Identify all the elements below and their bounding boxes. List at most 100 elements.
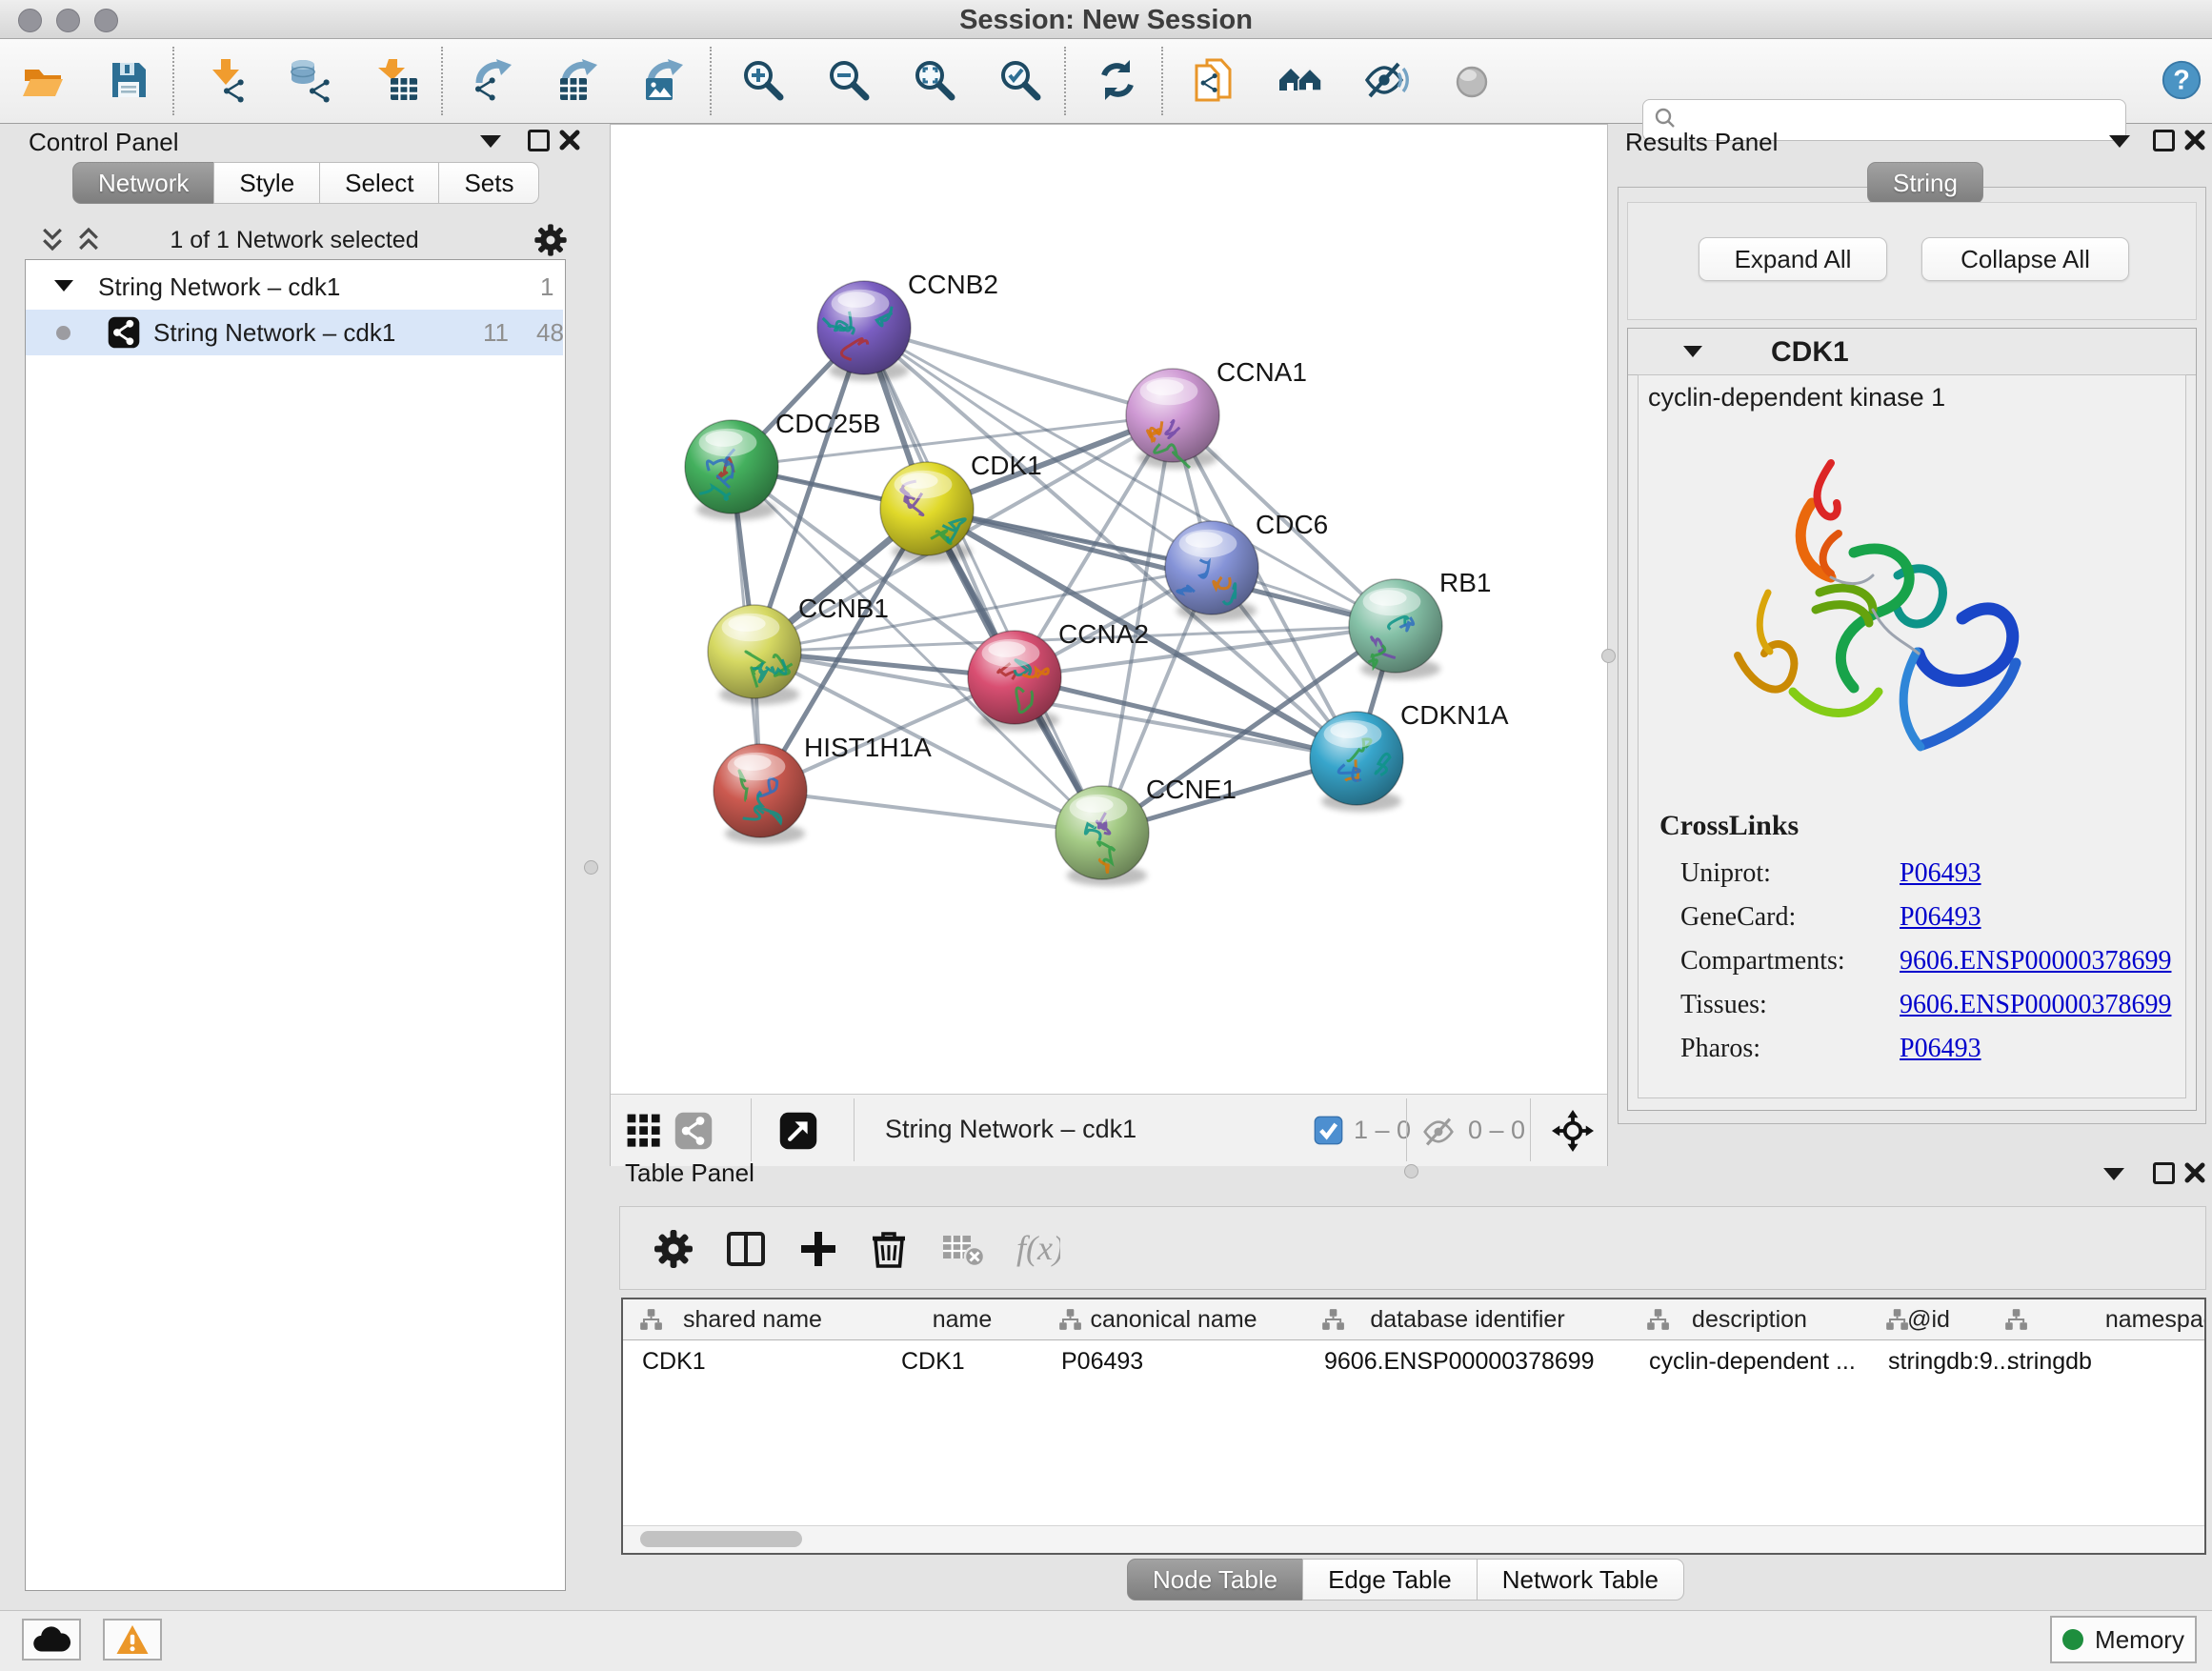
collection-expander-icon[interactable] (54, 280, 73, 292)
tab-network-table[interactable]: Network Table (1477, 1559, 1684, 1601)
float-panel-icon[interactable] (2153, 1162, 2175, 1184)
window-title: Session: New Session (0, 5, 2212, 36)
crosslink-value-link[interactable]: P06493 (1900, 902, 1981, 933)
export-image-button[interactable] (639, 53, 693, 107)
crosslink-label: Uniprot: (1680, 858, 1900, 889)
selected-checkbox-icon[interactable] (1314, 1116, 1343, 1150)
tab-style[interactable]: Style (213, 162, 320, 204)
close-panel-icon[interactable] (558, 129, 581, 151)
cloud-services-button[interactable] (22, 1619, 81, 1661)
column-header-name[interactable]: name (882, 1299, 1043, 1340)
close-panel-icon[interactable] (2183, 1161, 2206, 1184)
open-session-button[interactable] (16, 53, 70, 107)
tab-sets[interactable]: Sets (438, 162, 539, 204)
protein-section: CDK1 cyclin-dependent kinase 1 (1627, 328, 2197, 1111)
results-tabs: String (1867, 162, 1983, 204)
scrollbar-thumb[interactable] (640, 1531, 802, 1547)
bottom-splitter-handle[interactable] (1404, 1164, 1418, 1178)
tab-edge-table[interactable]: Edge Table (1302, 1559, 1478, 1601)
crosslink-value-link[interactable]: 9606.ENSP00000378699 (1900, 990, 2171, 1020)
refresh-network-button[interactable] (1091, 53, 1144, 107)
open-in-browser-icon[interactable] (778, 1111, 818, 1156)
tab-string[interactable]: String (1867, 162, 1983, 204)
current-network-dot-icon (56, 326, 70, 340)
tab-select[interactable]: Select (319, 162, 439, 204)
zoom-selected-button[interactable] (994, 53, 1047, 107)
string-network-badge-icon[interactable] (674, 1111, 714, 1156)
collection-count: 1 (540, 272, 553, 302)
warning-icon (115, 1623, 150, 1656)
fit-content-crosshair-icon[interactable] (1552, 1110, 1594, 1157)
save-session-button[interactable] (102, 53, 155, 107)
table-cell[interactable]: 9606.ENSP00000378699 (1305, 1339, 1630, 1381)
float-panel-icon[interactable] (528, 130, 550, 151)
network-options-gear-icon[interactable] (532, 221, 570, 264)
crosslink-value-link[interactable]: P06493 (1900, 1034, 1981, 1064)
delete-row-button[interactable] (862, 1224, 915, 1274)
export-table-button[interactable] (553, 53, 607, 107)
network-selection-status: 1 of 1 Network selected (17, 227, 572, 254)
right-splitter-handle[interactable] (1601, 649, 1616, 663)
close-panel-icon[interactable] (2183, 129, 2206, 151)
expand-all-button[interactable]: Expand All (1699, 237, 1887, 281)
help-icon: ? (2160, 58, 2203, 102)
collapse-all-button[interactable]: Collapse All (1921, 237, 2129, 281)
table-cell[interactable]: P06493 (1042, 1339, 1305, 1381)
show-graphics-details-icon (1449, 57, 1495, 103)
left-splitter-handle[interactable] (584, 860, 598, 875)
hide-graphics-button[interactable] (1359, 53, 1413, 107)
import-database-button[interactable] (285, 53, 338, 107)
panel-menu-icon[interactable] (2109, 135, 2130, 148)
tab-node-table[interactable]: Node Table (1127, 1559, 1303, 1601)
memory-button[interactable]: Memory (2050, 1616, 2197, 1663)
node-label-CDC25B: CDC25B (775, 409, 880, 438)
network-canvas[interactable]: CCNB2CCNA1CDC25BCDK1CDC6RB1CCNB1CCNA2CDK… (611, 125, 1607, 1093)
import-table-button[interactable] (371, 53, 424, 107)
network-row-selected[interactable]: String Network – cdk1 11 48 (26, 310, 563, 355)
warnings-button[interactable] (103, 1619, 162, 1661)
help-button[interactable]: ? (2155, 53, 2208, 107)
toolbar-separator (172, 47, 174, 115)
table-cell[interactable]: stringdb (1988, 1339, 2206, 1381)
export-network-button[interactable] (468, 53, 521, 107)
crosslink-value-link[interactable]: P06493 (1900, 858, 1981, 889)
columns-button[interactable] (719, 1224, 773, 1274)
string-home-button[interactable] (1274, 53, 1327, 107)
panel-menu-icon[interactable] (2103, 1168, 2124, 1180)
zoom-out-button[interactable] (822, 53, 875, 107)
column-header-description[interactable]: description (1630, 1299, 1870, 1340)
zoom-selected-icon (997, 57, 1043, 103)
show-graphics-details-button[interactable] (1445, 53, 1498, 107)
zoom-fit-button[interactable] (908, 53, 961, 107)
section-expander-icon[interactable] (1683, 346, 1702, 357)
gear-button[interactable] (647, 1224, 700, 1274)
tab-network[interactable]: Network (72, 162, 214, 204)
crosslink-value-link[interactable]: 9606.ENSP00000378699 (1900, 946, 2171, 976)
column-header-canonical-name[interactable]: canonical name (1042, 1299, 1306, 1340)
import-network-button[interactable] (199, 53, 252, 107)
birds-eye-view-icon[interactable] (626, 1113, 662, 1154)
crosslink-label: Compartments: (1680, 946, 1900, 976)
table-cell[interactable]: stringdb:9... (1869, 1339, 1988, 1381)
add-row-button[interactable] (792, 1224, 845, 1274)
column-header-namespace[interactable]: namespace (1988, 1299, 2206, 1340)
share-session-button[interactable] (1188, 53, 1241, 107)
float-panel-icon[interactable] (2153, 130, 2175, 151)
table-cell[interactable]: CDK1 (882, 1339, 1042, 1381)
network-label: String Network – cdk1 (153, 318, 395, 348)
svg-text:f(x): f(x) (1016, 1229, 1060, 1267)
column-header-shared-name[interactable]: shared name (623, 1299, 883, 1340)
protein-structure-image (1677, 442, 2048, 795)
zoom-fit-icon (912, 57, 957, 103)
crosslink-label: Pharos: (1680, 1034, 1900, 1064)
column-header-@id[interactable]: @id (1869, 1299, 1989, 1340)
panel-menu-icon[interactable] (480, 135, 501, 148)
horizontal-scrollbar[interactable] (623, 1525, 2204, 1553)
table-cell[interactable]: cyclin-dependent ... (1630, 1339, 1869, 1381)
import-network-icon (203, 57, 249, 103)
protein-section-header[interactable]: CDK1 (1628, 329, 2196, 375)
table-cell[interactable]: CDK1 (623, 1339, 882, 1381)
network-collection-row[interactable]: String Network – cdk1 1 (26, 264, 563, 310)
zoom-in-button[interactable] (736, 53, 790, 107)
column-header-database-identifier[interactable]: database identifier (1305, 1299, 1631, 1340)
